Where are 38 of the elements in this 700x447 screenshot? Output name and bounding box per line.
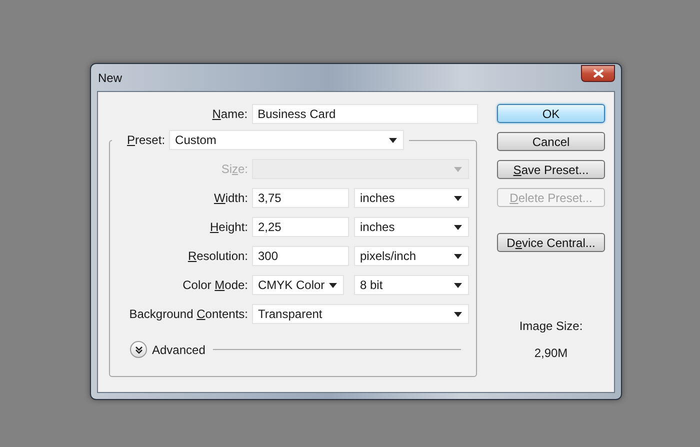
image-size-label: Image Size: <box>519 319 583 333</box>
caret-icon <box>454 254 462 258</box>
field-label: Color Mode: <box>182 277 248 294</box>
field-label: Height: <box>208 219 248 236</box>
close-icon <box>592 69 604 78</box>
text-field[interactable]: Business Card <box>252 104 478 124</box>
dialog-button[interactable]: Save Preset... <box>497 160 605 179</box>
caret-icon <box>454 196 462 200</box>
close-button[interactable] <box>581 65 615 82</box>
caret-icon <box>454 224 462 230</box>
field-label: Width: <box>212 190 248 207</box>
dropdown[interactable]: CMYK Color <box>252 275 344 295</box>
expand-icon[interactable] <box>130 341 147 358</box>
section-label: Advanced <box>152 342 206 356</box>
image-size-value: 2,90M <box>534 346 568 360</box>
caret-icon <box>329 282 337 288</box>
field-label: Background Contents: <box>128 306 248 323</box>
field-label: Preset: <box>127 133 166 147</box>
caret-icon <box>454 312 462 316</box>
dropdown[interactable]: pixels/inch <box>354 246 469 266</box>
dialog-button[interactable]: Cancel <box>497 132 605 151</box>
field-label: Name: <box>211 107 248 121</box>
text-field[interactable]: 2,25 <box>252 217 349 237</box>
text-field[interactable]: 300 <box>252 246 349 266</box>
dropdown[interactable]: Custom <box>169 130 404 150</box>
caret-icon <box>389 138 398 142</box>
dialog-button[interactable]: Device Central... <box>497 233 605 252</box>
dropdown[interactable]: Transparent <box>252 304 469 324</box>
dropdown[interactable]: 8 bit <box>354 275 469 295</box>
field-label: Resolution: <box>186 248 248 265</box>
caret-icon <box>454 282 462 288</box>
dropdown[interactable]: inches <box>354 188 469 208</box>
caret-icon <box>454 166 462 172</box>
text-field[interactable]: 3,75 <box>252 188 349 208</box>
window-title: New <box>98 70 122 84</box>
dropdown[interactable]: inches <box>354 217 469 237</box>
dialog-button[interactable]: OK <box>497 104 605 123</box>
field-label: Size: <box>220 161 248 178</box>
